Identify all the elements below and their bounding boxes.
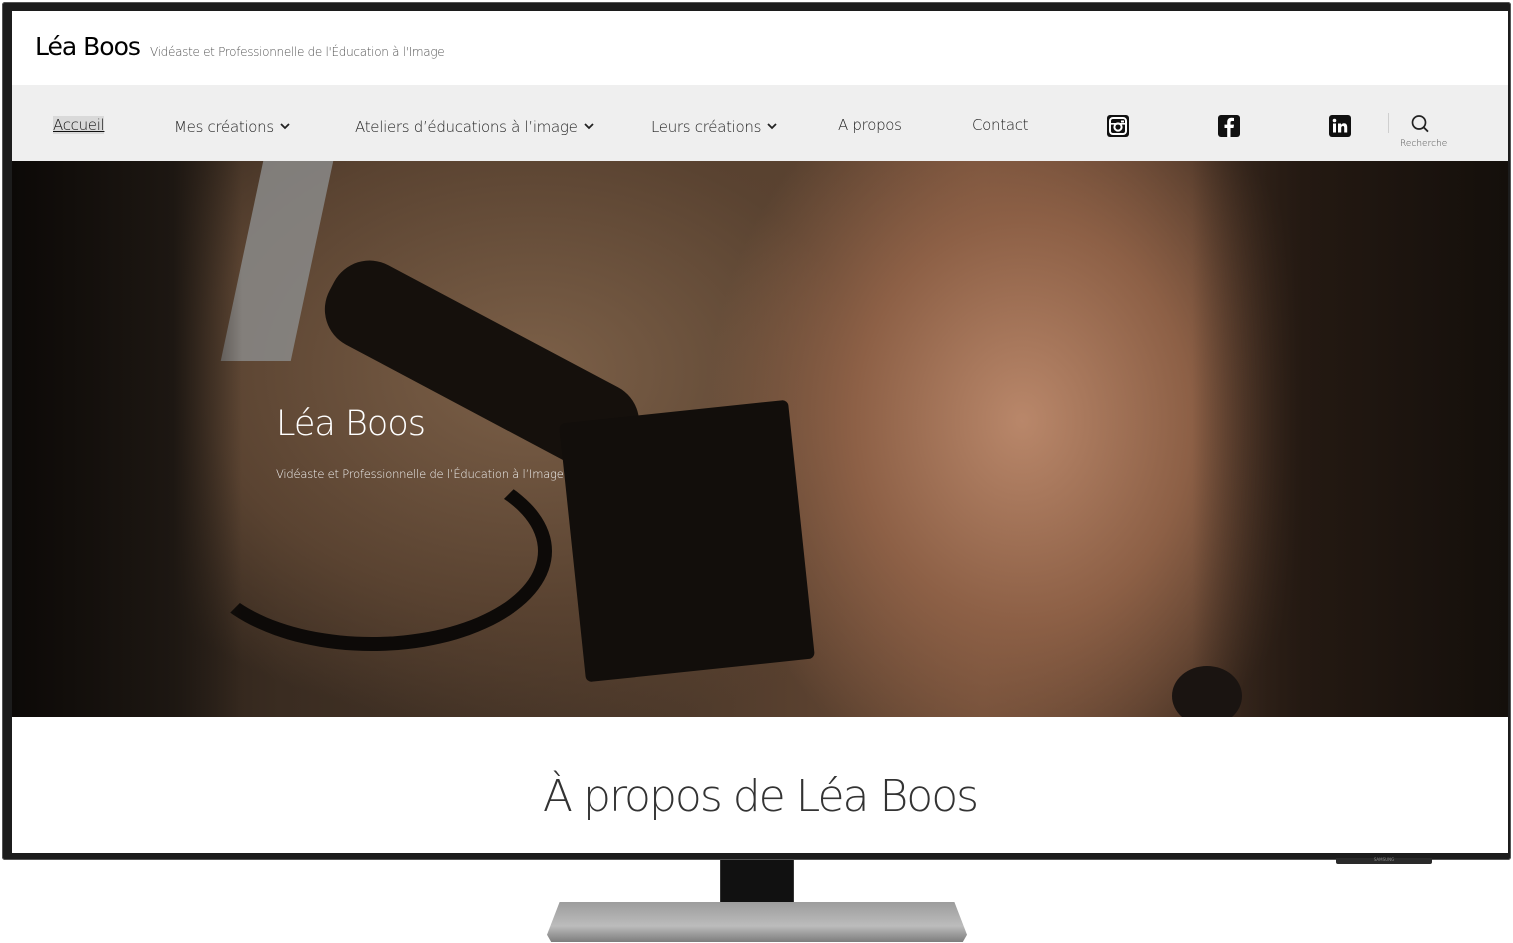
site-header: Léa Boos Vidéaste et Professionnelle de … (12, 11, 1508, 85)
chevron-down-icon (767, 116, 777, 134)
tv-screen: Léa Boos Vidéaste et Professionnelle de … (12, 11, 1508, 853)
nav-item-accueil[interactable]: Accueil (53, 116, 105, 134)
site-tagline: Vidéaste et Professionnelle de l'Éducati… (150, 45, 445, 59)
chevron-down-icon (280, 116, 290, 134)
chevron-down-icon (583, 116, 594, 134)
nav-divider (1388, 113, 1389, 133)
hero-image-part (559, 399, 815, 683)
tv-mockup: Léa Boos Vidéaste et Professionnelle de … (0, 0, 1513, 943)
nav-item-label: Leurs créations (651, 118, 762, 136)
nav-item-mes-creations[interactable]: Mes créations (174, 116, 290, 136)
tv-stand-base (547, 902, 967, 942)
hero-banner (12, 161, 1508, 717)
tv-bezel: Léa Boos Vidéaste et Professionnelle de … (2, 2, 1511, 860)
nav-item-a-propos[interactable]: A propos (838, 116, 902, 134)
hero-image-part (12, 161, 242, 717)
nav-item-contact[interactable]: Contact (972, 116, 1029, 134)
hero-image-part (192, 451, 552, 651)
section-title: À propos de Léa Boos (542, 771, 979, 822)
search-label: Recherche (1400, 139, 1448, 149)
nav-item-leurs-creations[interactable]: Leurs créations (651, 116, 777, 136)
hero-subtitle: Vidéaste et Professionnelle de l’Éducati… (276, 467, 564, 481)
tv-brand-logo: SAMSUNG (1373, 857, 1395, 862)
linkedin-icon[interactable] (1329, 115, 1351, 137)
hero-title: Léa Boos (276, 404, 426, 444)
facebook-icon[interactable] (1218, 115, 1240, 137)
nav-item-label: Ateliers d’éducations à l’image (355, 118, 578, 136)
nav-item-ateliers[interactable]: Ateliers d’éducations à l’image (355, 116, 594, 136)
nav-item-label: Mes créations (174, 118, 274, 136)
instagram-icon[interactable] (1107, 115, 1129, 137)
search-icon[interactable] (1409, 113, 1431, 135)
hero-image-part (1172, 666, 1242, 717)
site-title[interactable]: Léa Boos (35, 32, 141, 61)
hero-image-part (1192, 161, 1508, 717)
